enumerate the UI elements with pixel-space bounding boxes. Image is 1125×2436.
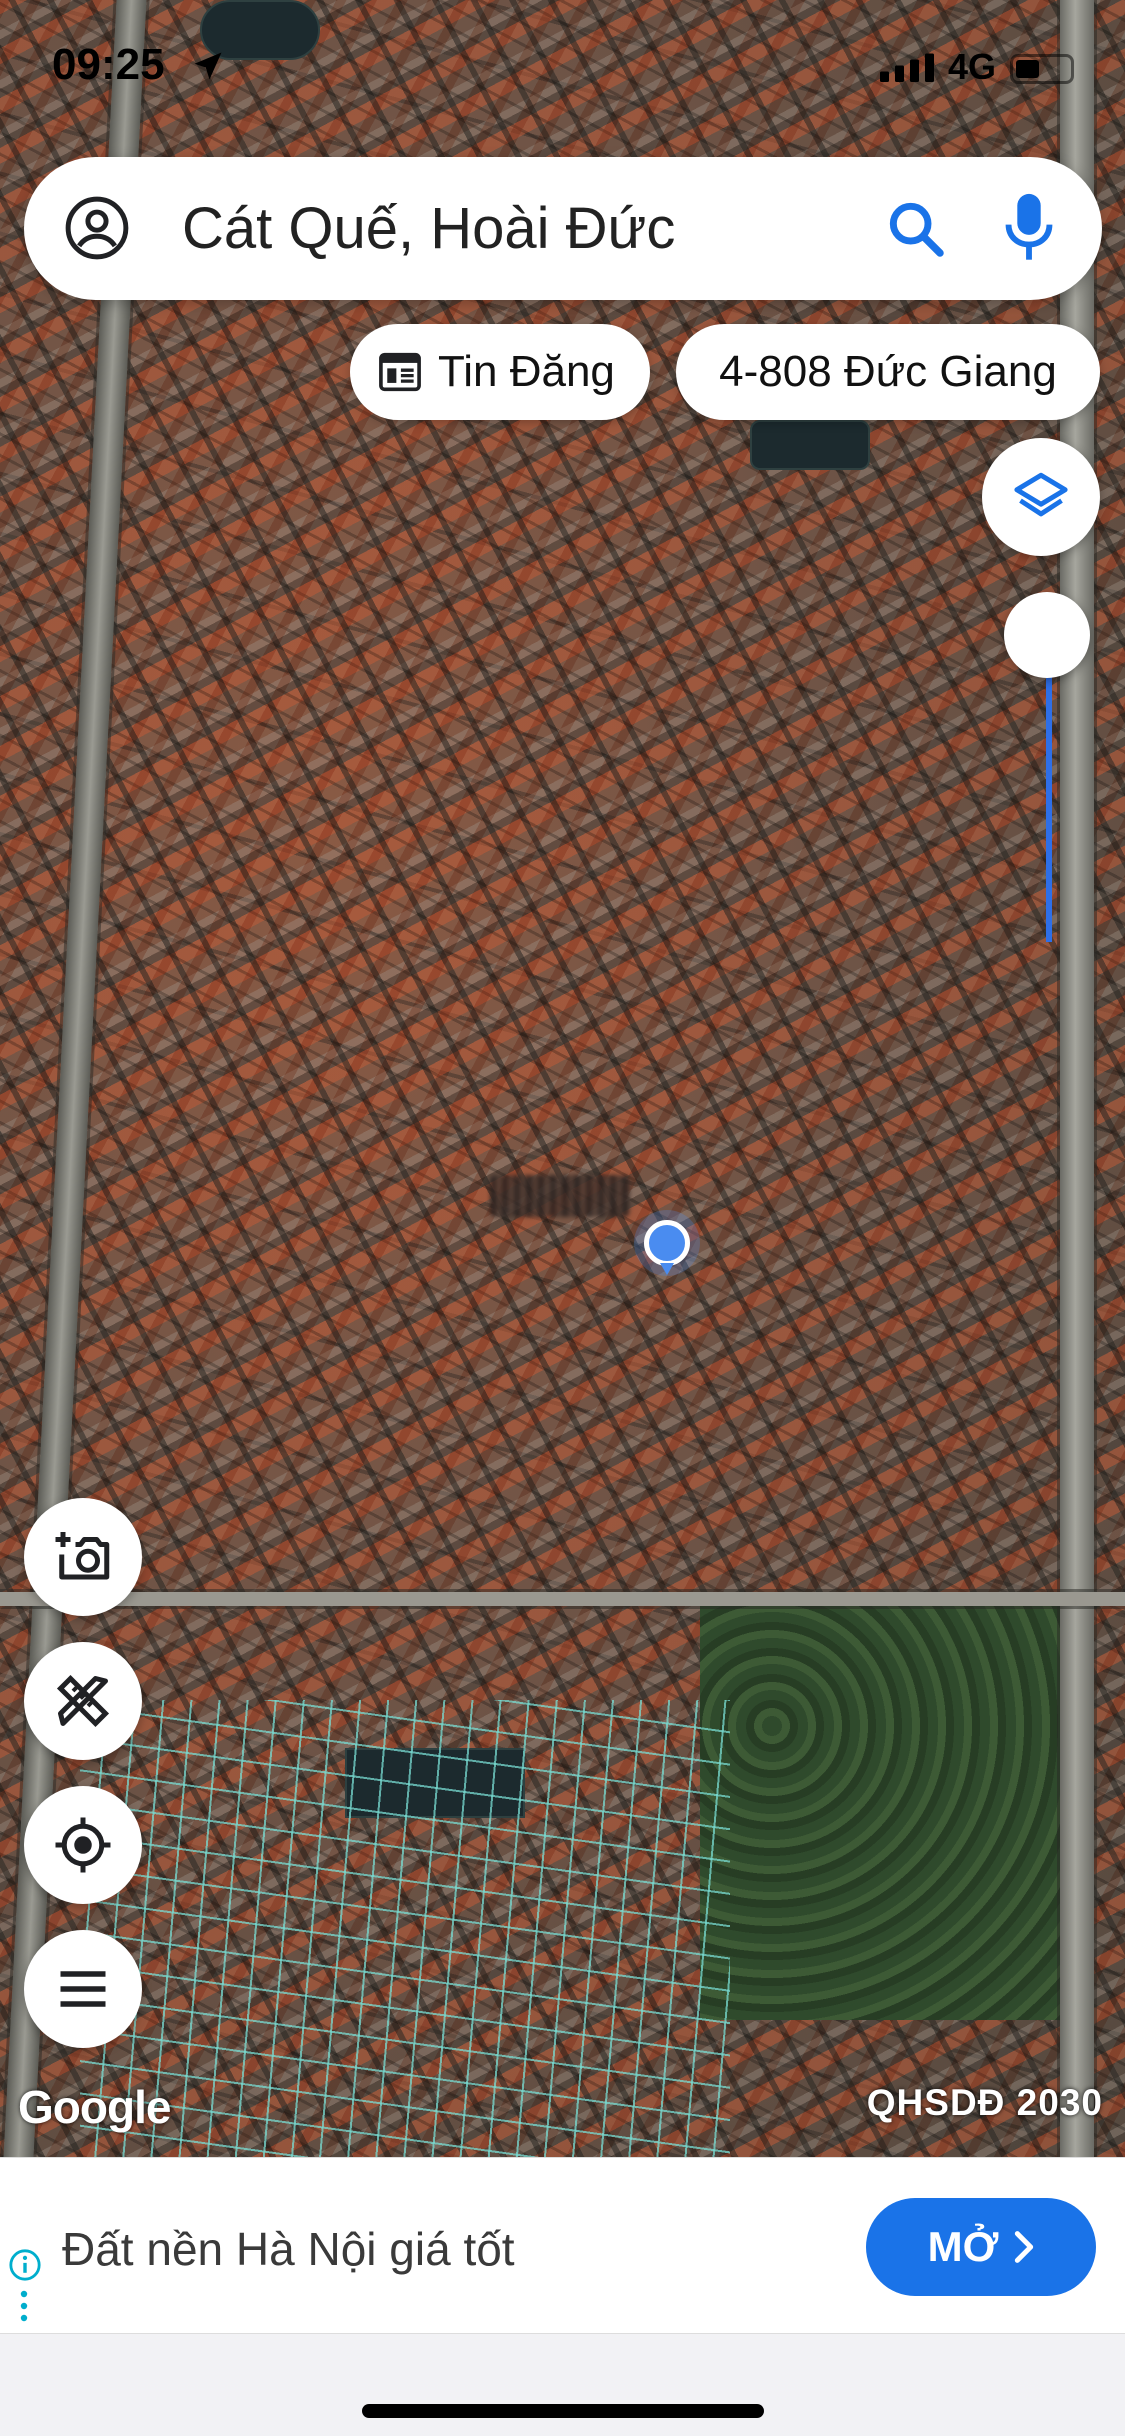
news-icon bbox=[379, 352, 421, 392]
search-input[interactable]: Cát Quế, Hoài Đức bbox=[182, 195, 675, 262]
cellular-signal-icon bbox=[880, 53, 934, 82]
add-photo-button[interactable] bbox=[24, 1498, 142, 1616]
ad-info-icon[interactable] bbox=[8, 2248, 42, 2282]
layers-icon bbox=[1014, 472, 1068, 517]
land-parcel-overlay bbox=[80, 1700, 730, 2157]
hamburger-menu-icon bbox=[60, 1971, 106, 2007]
ad-open-button[interactable]: MỞ bbox=[866, 2198, 1096, 2296]
tree-area bbox=[700, 1600, 1060, 2020]
ad-options-icon[interactable] bbox=[20, 2290, 28, 2322]
current-location-marker[interactable] bbox=[644, 1220, 690, 1275]
ad-headline: Đất nền Hà Nội giá tốt bbox=[62, 2223, 515, 2275]
account-icon[interactable] bbox=[64, 195, 130, 261]
battery-level bbox=[1016, 60, 1040, 78]
measure-tools-button[interactable] bbox=[24, 1642, 142, 1760]
search-icon[interactable] bbox=[884, 197, 948, 261]
land-plan-label: QHSDĐ 2030 bbox=[866, 2082, 1103, 2123]
status-bar: 09:25 4G bbox=[0, 0, 1125, 130]
overlay-opacity-slider-handle[interactable] bbox=[1004, 592, 1090, 678]
location-arrow-icon bbox=[194, 52, 222, 80]
network-type: 4G bbox=[948, 46, 997, 87]
map-layers-button[interactable] bbox=[982, 438, 1100, 556]
cross-road bbox=[0, 1592, 1125, 1606]
overlay-opacity-track[interactable] bbox=[1046, 632, 1052, 942]
battery-icon bbox=[1010, 54, 1074, 84]
search-bar[interactable]: Cát Quế, Hoài Đức bbox=[24, 157, 1102, 300]
place-chip-label: 4-808 Đức Giang bbox=[719, 347, 1057, 396]
blurred-place-label bbox=[490, 1175, 630, 1217]
my-location-button[interactable] bbox=[24, 1786, 142, 1904]
status-time: 09:25 bbox=[52, 40, 165, 89]
home-indicator[interactable] bbox=[362, 2404, 764, 2418]
news-chip-label: Tin Đăng bbox=[438, 347, 615, 396]
google-logo: Google bbox=[18, 2081, 171, 2133]
saved-place-chip[interactable]: 4-808 Đức Giang bbox=[676, 324, 1100, 420]
bottom-safe-area bbox=[0, 2334, 1125, 2436]
ruler-pencil-icon bbox=[56, 1674, 110, 1728]
pond bbox=[750, 420, 870, 470]
microphone-icon[interactable] bbox=[999, 191, 1059, 267]
ad-open-label: MỞ bbox=[927, 2223, 999, 2270]
ad-banner[interactable]: Đất nền Hà Nội giá tốt MỞ bbox=[0, 2157, 1125, 2334]
news-listings-chip[interactable]: Tin Đăng bbox=[350, 324, 650, 420]
crosshair-location-icon bbox=[55, 1817, 111, 1873]
chevron-right-icon bbox=[1015, 2231, 1034, 2263]
eastern-highway bbox=[1060, 0, 1094, 2157]
menu-button[interactable] bbox=[24, 1930, 142, 2048]
add-camera-icon bbox=[55, 1532, 110, 1580]
